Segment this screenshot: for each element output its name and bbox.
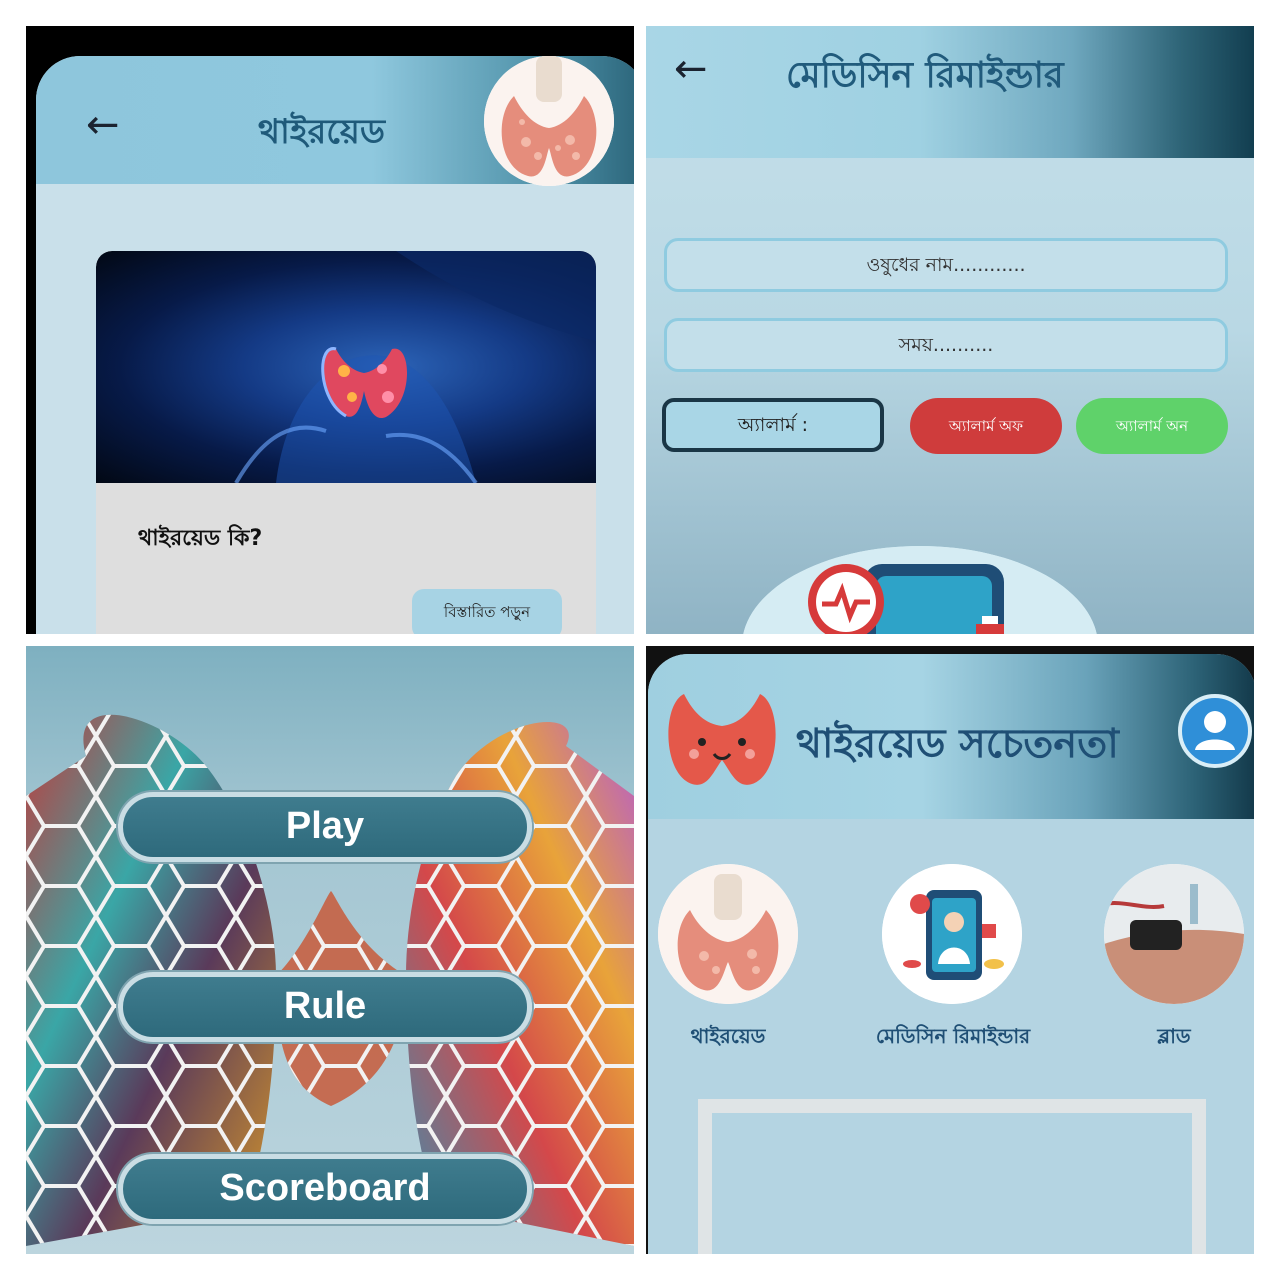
medicine-name-field[interactable]: ওষুধের নাম............	[664, 238, 1228, 292]
medicine-illustration	[742, 546, 1098, 634]
medicine-reminder-screen: ← মেডিসিন রিমাইন্ডার ওষুধের নাম.........…	[646, 26, 1254, 634]
medicine-reminder-feature-button[interactable]	[882, 864, 1022, 1004]
question-heading: থাইরয়েড কি?	[138, 526, 263, 551]
doctor-phone-icon	[882, 864, 1022, 1004]
thyroid-feature-button[interactable]	[658, 864, 798, 1004]
phone-frame: থাইরয়েড সচেতনতা থাইরয়েড মেডিসিন রিমাইন…	[648, 654, 1254, 1254]
app-header: থাইরয়েড সচেতনতা	[648, 654, 1254, 819]
info-card: থাইরয়েড কি? বিস্তারিত পড়ুন	[96, 251, 596, 634]
thyroid-feature-label: থাইরয়েড	[690, 1024, 766, 1048]
page-title: থাইরয়েড	[258, 112, 385, 152]
alarm-label: অ্যালার্ম :	[662, 398, 884, 452]
game-menu-screen: Play Rule Scoreboard	[26, 646, 634, 1254]
time-field[interactable]: সময়..........	[664, 318, 1228, 372]
blood-feature-label: ব্লাড	[1157, 1024, 1191, 1048]
alarm-off-button[interactable]: অ্যালার্ম অফ	[910, 398, 1062, 454]
scoreboard-button[interactable]: Scoreboard	[118, 1154, 532, 1224]
content-box	[698, 1099, 1206, 1254]
rule-button[interactable]: Rule	[118, 972, 532, 1042]
phone-frame: ← থাইরয়েড থাইরয়েড কি? বিস্তারিত পড়ুন	[36, 56, 634, 634]
blood-test-icon	[1104, 864, 1244, 1004]
back-arrow-icon[interactable]: ←	[86, 102, 120, 148]
alarm-on-button[interactable]: অ্যালার্ম অন	[1076, 398, 1228, 454]
medicine-reminder-feature-label: মেডিসিন রিমাইন্ডার	[875, 1024, 1031, 1048]
user-profile-icon[interactable]	[1178, 694, 1252, 768]
back-arrow-icon[interactable]: ←	[674, 46, 708, 92]
thyroid-gland-image	[484, 56, 614, 186]
read-more-button[interactable]: বিস্তারিত পড়ুন	[412, 589, 562, 634]
app-header: ← মেডিসিন রিমাইন্ডার	[646, 26, 1254, 158]
app-title: থাইরয়েড সচেতনতা	[796, 721, 1119, 767]
thyroid-xray-image	[96, 251, 596, 483]
blood-feature-button[interactable]	[1104, 864, 1244, 1004]
home-screen: থাইরয়েড সচেতনতা থাইরয়েড মেডিসিন রিমাইন…	[646, 646, 1254, 1254]
page-title: মেডিসিন রিমাইন্ডার	[786, 55, 1064, 96]
app-header: ← থাইরয়েড	[36, 56, 634, 186]
thyroid-mascot-icon	[668, 694, 776, 785]
thyroid-gland-icon	[658, 864, 798, 1004]
thyroid-info-screen: ← থাইরয়েড থাইরয়েড কি? বিস্তারিত পড়ুন	[26, 26, 634, 634]
play-button[interactable]: Play	[118, 792, 532, 862]
